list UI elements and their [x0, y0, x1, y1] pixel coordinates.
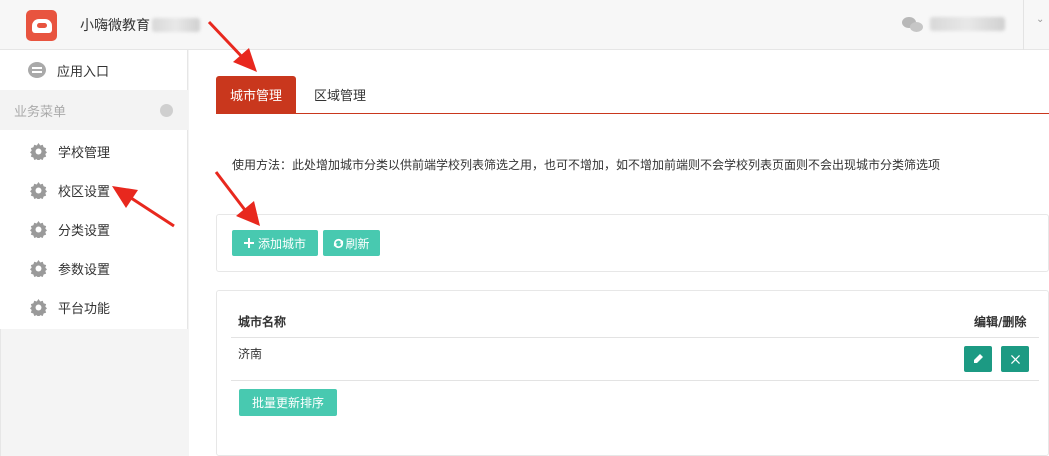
sidebar-item-label: 校区设置 [58, 185, 111, 200]
sidebar: 应用入口 业务菜单 学校管理 校区设置 分类设置 参数设置 平台功能 [0, 50, 188, 456]
close-icon [1010, 354, 1020, 364]
refresh-button[interactable]: 刷新 [323, 230, 380, 256]
column-header-city-name: 城市名称 [238, 315, 287, 329]
chevron-down-icon[interactable]: ⌄ [1036, 14, 1044, 25]
refresh-label: 刷新 [345, 236, 370, 251]
sidebar-item-label: 学校管理 [58, 146, 111, 161]
brand-name: 小嗨微教育 [80, 18, 150, 34]
plus-icon [243, 238, 254, 248]
sidebar-entry-label: 应用入口 [57, 64, 110, 80]
sidebar-app-entry[interactable]: 应用入口 [0, 50, 188, 90]
divider [231, 337, 1039, 338]
sidebar-empty-area [0, 329, 188, 456]
top-bar: 小嗨微教育 ⌄ [0, 0, 1049, 50]
gear-icon [30, 299, 47, 316]
gear-icon [30, 260, 47, 277]
sidebar-item-label: 分类设置 [58, 224, 111, 239]
sidebar-item-params[interactable]: 参数设置 [0, 249, 188, 288]
usage-instructions: 使用方法：此处增加城市分类以供前端学校列表筛选之用，也可不增加，如不增加前端则不… [232, 158, 941, 172]
collapse-icon[interactable] [160, 104, 173, 117]
delete-button[interactable] [1001, 346, 1029, 372]
gear-icon [30, 221, 47, 238]
column-header-edit-delete: 编辑/删除 [974, 315, 1027, 329]
menu-header[interactable]: 业务菜单 [0, 90, 188, 130]
redacted-username [930, 17, 1005, 31]
add-city-label: 添加城市 [257, 236, 306, 251]
sidebar-item-school[interactable]: 学校管理 [0, 132, 188, 171]
pencil-icon [974, 354, 983, 363]
tab-region-management[interactable]: 区域管理 [300, 76, 380, 113]
brand: 小嗨微教育 [80, 15, 200, 35]
redacted-text [152, 18, 200, 32]
menu-header-label: 业务菜单 [14, 104, 67, 120]
city-table-panel: 城市名称 编辑/删除 济南 批量更新排序 [216, 290, 1049, 456]
add-city-button[interactable]: 添加城市 [232, 230, 318, 256]
divider [1023, 0, 1024, 50]
gear-icon [30, 143, 47, 160]
tab-city-management[interactable]: 城市管理 [216, 76, 296, 113]
sidebar-item-label: 参数设置 [58, 263, 111, 278]
refresh-icon [334, 238, 344, 248]
wechat-icon [902, 15, 924, 33]
logo-icon[interactable] [26, 10, 57, 41]
table-row-city-name: 济南 [238, 347, 263, 361]
sidebar-item-campus[interactable]: 校区设置 [0, 171, 188, 210]
toolbar-panel: 添加城市 刷新 [216, 214, 1049, 272]
main-content: 城市管理 区域管理 使用方法：此处增加城市分类以供前端学校列表筛选之用，也可不增… [189, 50, 1049, 456]
sidebar-item-label: 平台功能 [58, 302, 111, 317]
sidebar-item-category[interactable]: 分类设置 [0, 210, 188, 249]
sidebar-item-platform[interactable]: 平台功能 [0, 288, 188, 327]
gear-icon [30, 182, 47, 199]
batch-update-sort-button[interactable]: 批量更新排序 [239, 389, 337, 416]
edit-button[interactable] [964, 346, 992, 372]
divider [231, 380, 1039, 381]
chat-icon [28, 62, 46, 78]
user-account[interactable] [902, 15, 1005, 33]
tab-bar: 城市管理 区域管理 [216, 76, 1049, 114]
